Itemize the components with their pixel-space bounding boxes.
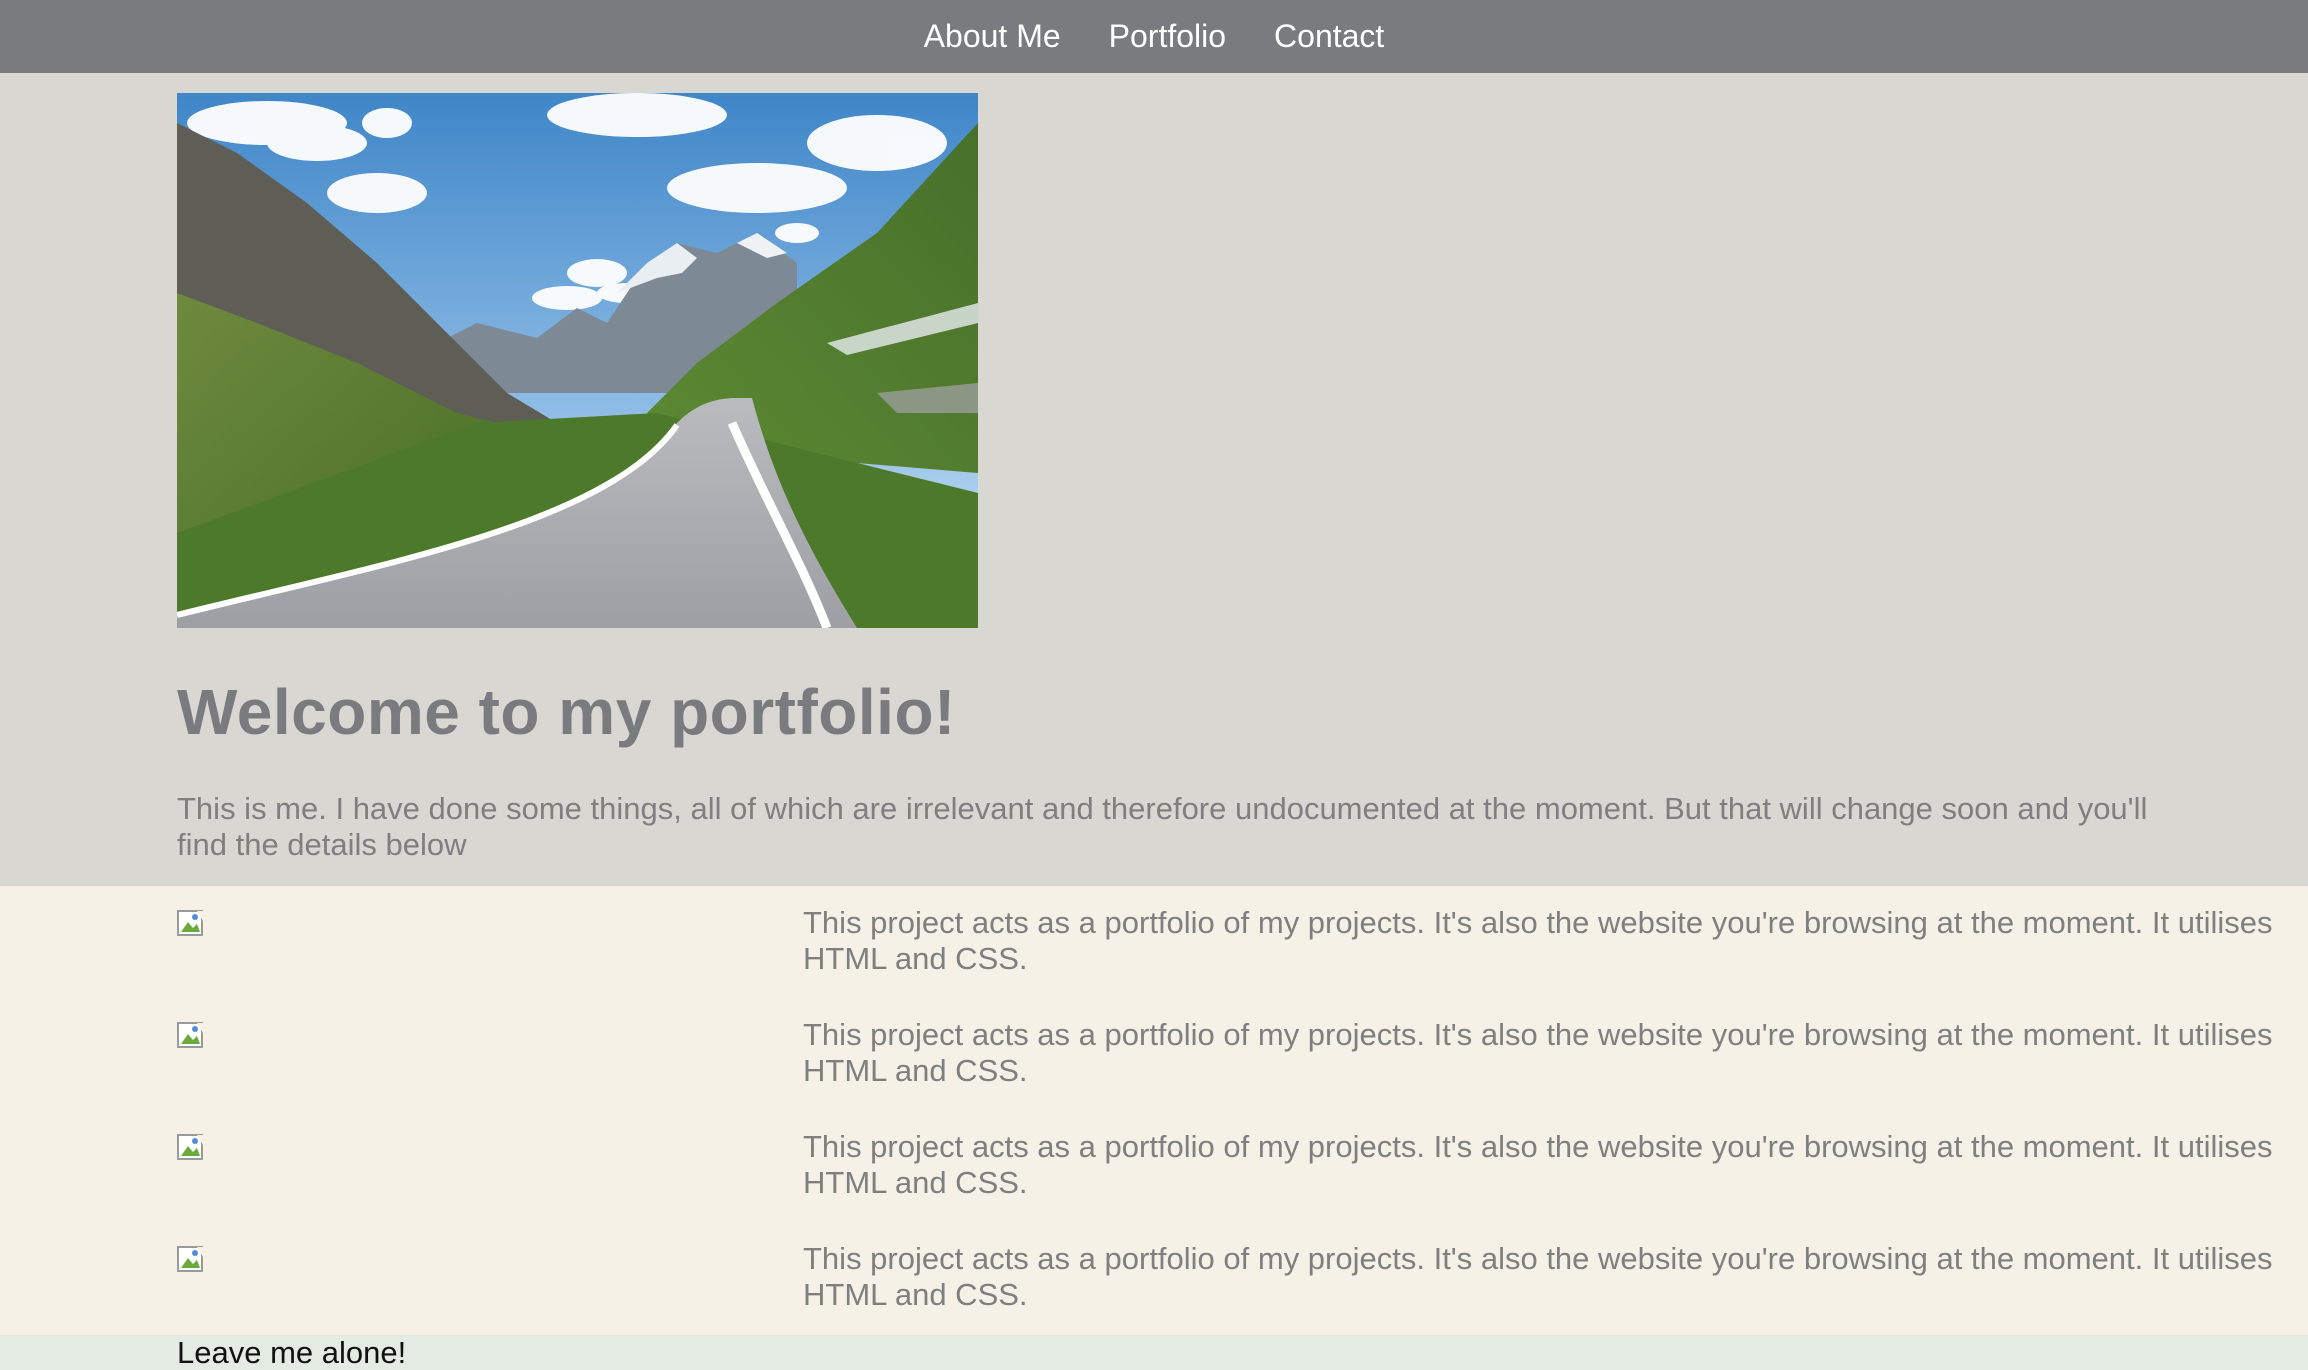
nav-link-contact[interactable]: Contact <box>1274 0 1384 73</box>
project-description: This project acts as a portfolio of my p… <box>803 905 2273 976</box>
projects-section: This project acts as a portfolio of my p… <box>0 886 2308 1335</box>
project-description: This project acts as a portfolio of my p… <box>803 1129 2273 1200</box>
broken-image-icon[interactable] <box>177 908 209 940</box>
project-row: This project acts as a portfolio of my p… <box>177 1222 2272 1312</box>
broken-image-icon[interactable] <box>177 1244 209 1276</box>
project-description: This project acts as a portfolio of my p… <box>803 1241 2273 1312</box>
footer-text: Leave me alone! <box>177 1335 407 1370</box>
hero-section: Welcome to my portfolio! This is me. I h… <box>0 73 2308 886</box>
footer: Leave me alone! <box>0 1335 2308 1370</box>
project-row: This project acts as a portfolio of my p… <box>177 886 2272 976</box>
page-title: Welcome to my portfolio! <box>177 676 956 748</box>
broken-image-icon[interactable] <box>177 1020 209 1052</box>
top-navigation: About Me Portfolio Contact <box>0 0 2308 73</box>
nav-link-about-me[interactable]: About Me <box>924 0 1061 73</box>
broken-image-icon[interactable] <box>177 1132 209 1164</box>
project-description: This project acts as a portfolio of my p… <box>803 1017 2273 1088</box>
hero-landscape-image <box>177 93 978 628</box>
nav-link-portfolio[interactable]: Portfolio <box>1109 0 1226 73</box>
project-row: This project acts as a portfolio of my p… <box>177 1110 2272 1200</box>
intro-paragraph: This is me. I have done some things, all… <box>177 791 2148 862</box>
project-row: This project acts as a portfolio of my p… <box>177 998 2272 1088</box>
